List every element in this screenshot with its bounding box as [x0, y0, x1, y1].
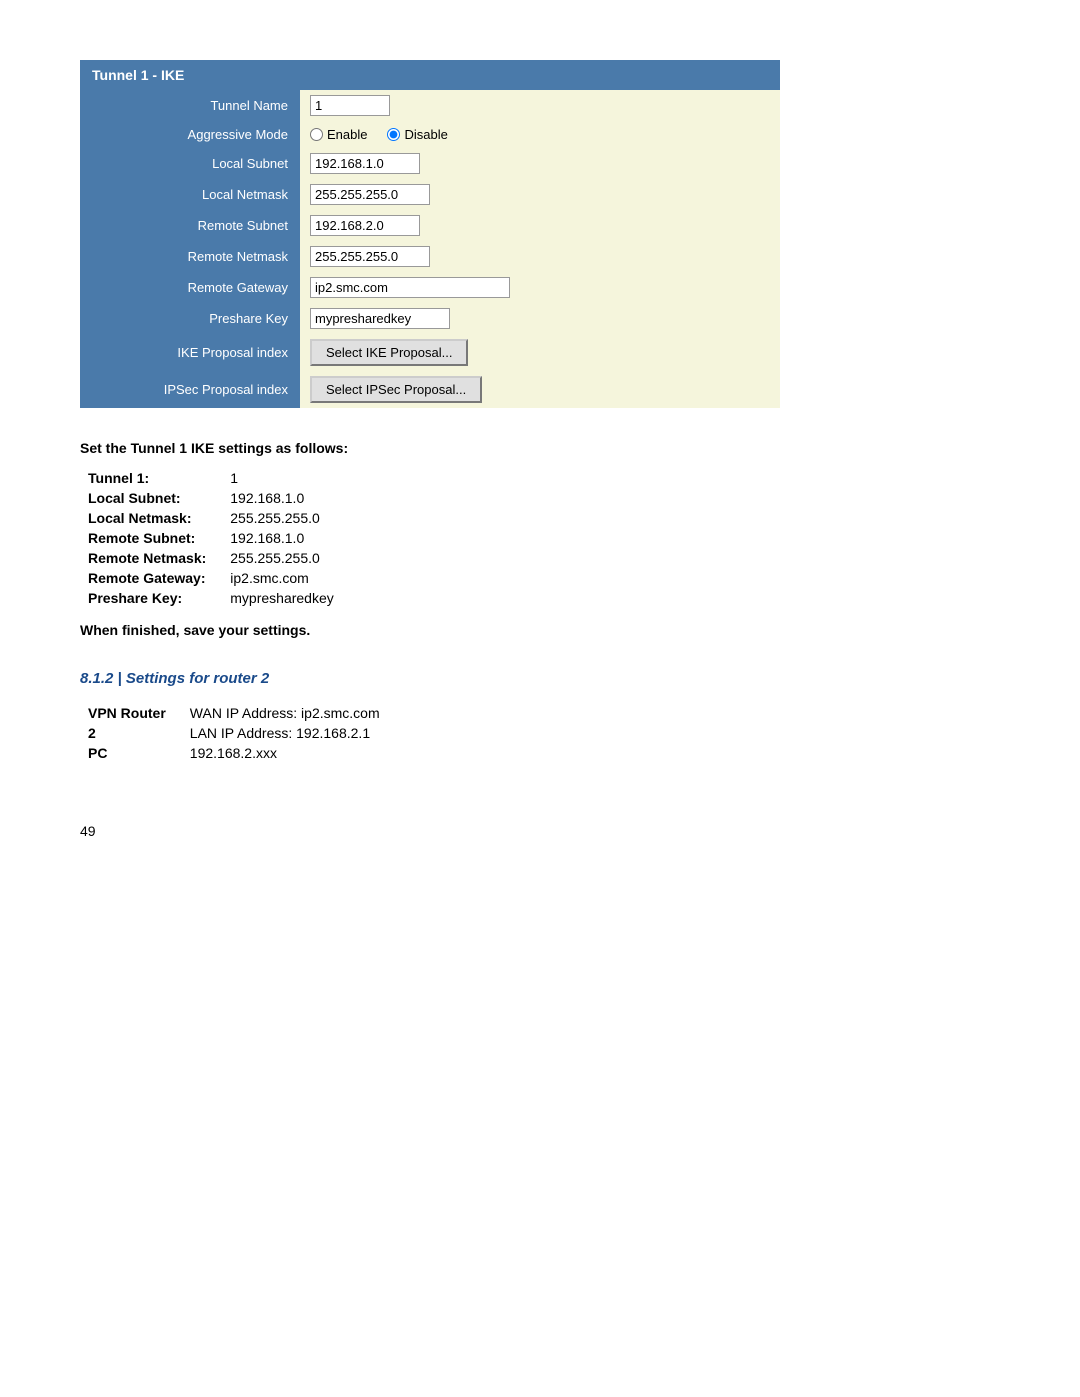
aggressive-mode-label: Aggressive Mode [80, 121, 300, 148]
enable-label[interactable]: Enable [310, 127, 367, 142]
local-subnet-label: Local Subnet [80, 148, 300, 179]
enable-text: Enable [327, 127, 367, 142]
info-val-tunnel: 1 [222, 468, 342, 488]
local-subnet-input[interactable] [310, 153, 420, 174]
disable-radio[interactable] [387, 128, 400, 141]
info-val-local-netmask: 255.255.255.0 [222, 508, 342, 528]
aggressive-mode-cell: Enable Disable [300, 121, 780, 148]
info-row-local-netmask: Local Netmask: 255.255.255.0 [80, 508, 342, 528]
router-val-1: LAN IP Address: 192.168.2.1 [182, 723, 388, 743]
tunnel-table-title: Tunnel 1 - IKE [80, 60, 780, 90]
select-ipsec-proposal-button[interactable]: Select IPSec Proposal... [310, 376, 482, 403]
info-key-remote-gateway: Remote Gateway: [80, 568, 222, 588]
page-number: 49 [80, 823, 1000, 839]
router-row-2: PC 192.168.2.xxx [80, 743, 388, 763]
router-row-1: 2 LAN IP Address: 192.168.2.1 [80, 723, 388, 743]
info-val-remote-gateway: ip2.smc.com [222, 568, 342, 588]
instructions-section: Set the Tunnel 1 IKE settings as follows… [80, 440, 1000, 638]
remote-gateway-cell [300, 272, 780, 303]
remote-netmask-label: Remote Netmask [80, 241, 300, 272]
router-info-table: VPN Router WAN IP Address: ip2.smc.com 2… [80, 703, 388, 763]
info-key-local-netmask: Local Netmask: [80, 508, 222, 528]
aggressive-mode-radio-group: Enable Disable [310, 127, 770, 142]
info-table: Tunnel 1: 1 Local Subnet: 192.168.1.0 Lo… [80, 468, 342, 608]
remote-netmask-input[interactable] [310, 246, 430, 267]
enable-radio[interactable] [310, 128, 323, 141]
remote-subnet-input[interactable] [310, 215, 420, 236]
tunnel-name-cell [300, 90, 780, 121]
preshare-key-label: Preshare Key [80, 303, 300, 334]
remote-gateway-input[interactable] [310, 277, 510, 298]
info-val-local-subnet: 192.168.1.0 [222, 488, 342, 508]
info-val-preshare-key: mypresharedkey [222, 588, 342, 608]
info-key-local-subnet: Local Subnet: [80, 488, 222, 508]
info-key-tunnel: Tunnel 1: [80, 468, 222, 488]
ipsec-proposal-cell: Select IPSec Proposal... [300, 371, 780, 408]
router-row-0: VPN Router WAN IP Address: ip2.smc.com [80, 703, 388, 723]
remote-subnet-cell [300, 210, 780, 241]
remote-netmask-cell [300, 241, 780, 272]
info-row-remote-netmask: Remote Netmask: 255.255.255.0 [80, 548, 342, 568]
info-row-preshare-key: Preshare Key: mypresharedkey [80, 588, 342, 608]
tunnel-name-input[interactable] [310, 95, 390, 116]
router-val-2: 192.168.2.xxx [182, 743, 388, 763]
router-val-0: WAN IP Address: ip2.smc.com [182, 703, 388, 723]
section-heading: 8.1.2 | Settings for router 2 [80, 670, 1000, 687]
router-key-1: 2 [80, 723, 182, 743]
router-key-2: PC [80, 743, 182, 763]
save-note: When finished, save your settings. [80, 622, 1000, 638]
disable-text: Disable [404, 127, 447, 142]
ike-proposal-label: IKE Proposal index [80, 334, 300, 371]
tunnel-name-label: Tunnel Name [80, 90, 300, 121]
select-ike-proposal-button[interactable]: Select IKE Proposal... [310, 339, 468, 366]
instructions-heading: Set the Tunnel 1 IKE settings as follows… [80, 440, 1000, 456]
preshare-key-cell [300, 303, 780, 334]
info-row-remote-subnet: Remote Subnet: 192.168.1.0 [80, 528, 342, 548]
remote-gateway-label: Remote Gateway [80, 272, 300, 303]
local-netmask-input[interactable] [310, 184, 430, 205]
info-val-remote-subnet: 192.168.1.0 [222, 528, 342, 548]
info-key-remote-netmask: Remote Netmask: [80, 548, 222, 568]
local-subnet-cell [300, 148, 780, 179]
info-key-preshare-key: Preshare Key: [80, 588, 222, 608]
info-row-tunnel: Tunnel 1: 1 [80, 468, 342, 488]
info-val-remote-netmask: 255.255.255.0 [222, 548, 342, 568]
tunnel-ike-table: Tunnel 1 - IKE Tunnel Name Aggressive Mo… [80, 60, 780, 408]
ike-proposal-cell: Select IKE Proposal... [300, 334, 780, 371]
info-row-remote-gateway: Remote Gateway: ip2.smc.com [80, 568, 342, 588]
local-netmask-cell [300, 179, 780, 210]
local-netmask-label: Local Netmask [80, 179, 300, 210]
info-key-remote-subnet: Remote Subnet: [80, 528, 222, 548]
router-key-0: VPN Router [80, 703, 182, 723]
info-row-local-subnet: Local Subnet: 192.168.1.0 [80, 488, 342, 508]
remote-subnet-label: Remote Subnet [80, 210, 300, 241]
disable-label[interactable]: Disable [387, 127, 447, 142]
preshare-key-input[interactable] [310, 308, 450, 329]
ipsec-proposal-label: IPSec Proposal index [80, 371, 300, 408]
